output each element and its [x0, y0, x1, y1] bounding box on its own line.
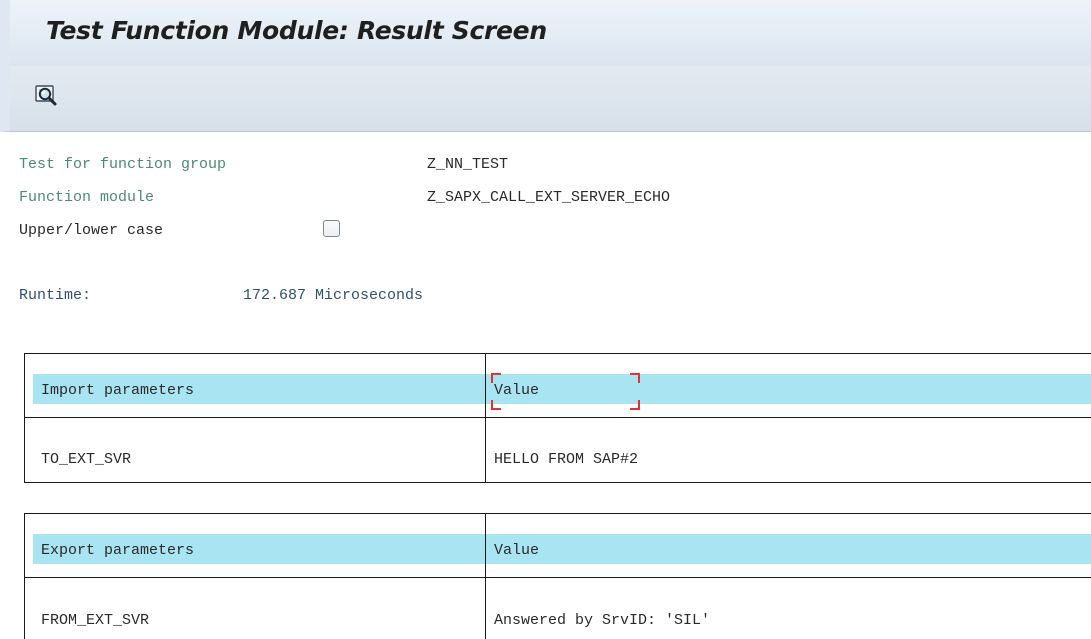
function-module-value: Z_SAPX_CALL_EXT_SERVER_ECHO	[427, 189, 671, 206]
column-header-value: Value	[494, 542, 540, 559]
column-header-export-parameters: Export parameters	[41, 542, 195, 559]
title-bar: Test Function Module: Result Screen	[0, 0, 1091, 66]
column-header-value: Value	[494, 382, 540, 399]
find-icon	[35, 85, 57, 106]
case-sensitivity-label: Upper/lower case	[19, 222, 164, 239]
runtime-label: Runtime:	[19, 287, 92, 304]
table-header-row: Import parameters Value	[25, 354, 1091, 418]
page-title: Test Function Module: Result Screen	[46, 16, 547, 45]
parameter-name: TO_EXT_SVR	[41, 451, 132, 468]
column-header-import-parameters: Import parameters	[41, 382, 195, 399]
function-group-value: Z_NN_TEST	[427, 156, 509, 173]
parameter-name: FROM_EXT_SVR	[41, 612, 150, 629]
function-group-label: Test for function group	[19, 156, 227, 173]
parameter-value[interactable]: Answered by SrvID: 'SIL'	[494, 612, 710, 629]
application-toolbar	[0, 66, 1091, 132]
find-button[interactable]	[34, 83, 58, 107]
export-parameters-table: Export parameters Value FROM_EXT_SVR Ans…	[24, 513, 1091, 639]
table-header-row: Export parameters Value	[25, 514, 1091, 578]
parameter-value[interactable]: HELLO FROM SAP#2	[494, 451, 638, 468]
runtime-value: 172.687 Microseconds	[243, 287, 424, 304]
import-parameters-table: Import parameters Value TO_EXT_SVR HELLO…	[24, 353, 1091, 483]
table-row[interactable]: FROM_EXT_SVR Answered by SrvID: 'SIL'	[25, 578, 1091, 639]
function-module-label: Function module	[19, 189, 155, 206]
table-row[interactable]: TO_EXT_SVR HELLO FROM SAP#2	[25, 418, 1091, 483]
case-sensitivity-checkbox[interactable]	[323, 220, 340, 237]
